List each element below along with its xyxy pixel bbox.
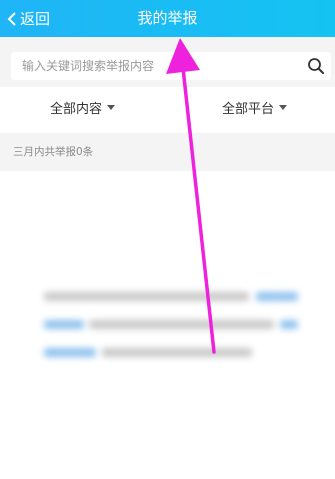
search-box	[11, 52, 331, 80]
caret-down-icon	[107, 104, 116, 110]
search-input[interactable]	[11, 52, 301, 80]
content-filter-dropdown[interactable]: 全部内容	[50, 87, 116, 127]
caret-down-icon	[279, 104, 288, 110]
top-nav-bar: 返回 我的举报	[0, 0, 335, 37]
page-title: 我的举报	[137, 9, 198, 27]
search-bar-area	[0, 37, 335, 87]
filter-bar: 全部内容 全部平台	[0, 87, 335, 127]
platform-filter-dropdown[interactable]: 全部平台	[222, 87, 288, 127]
report-count-text: 三月内共举报0条	[13, 146, 94, 158]
platform-filter-label: 全部平台	[222, 101, 275, 117]
report-count-bar: 三月内共举报0条	[0, 133, 335, 171]
search-icon[interactable]	[307, 57, 325, 75]
content-filter-label: 全部内容	[50, 101, 103, 117]
blurred-empty-state-text	[44, 286, 302, 366]
